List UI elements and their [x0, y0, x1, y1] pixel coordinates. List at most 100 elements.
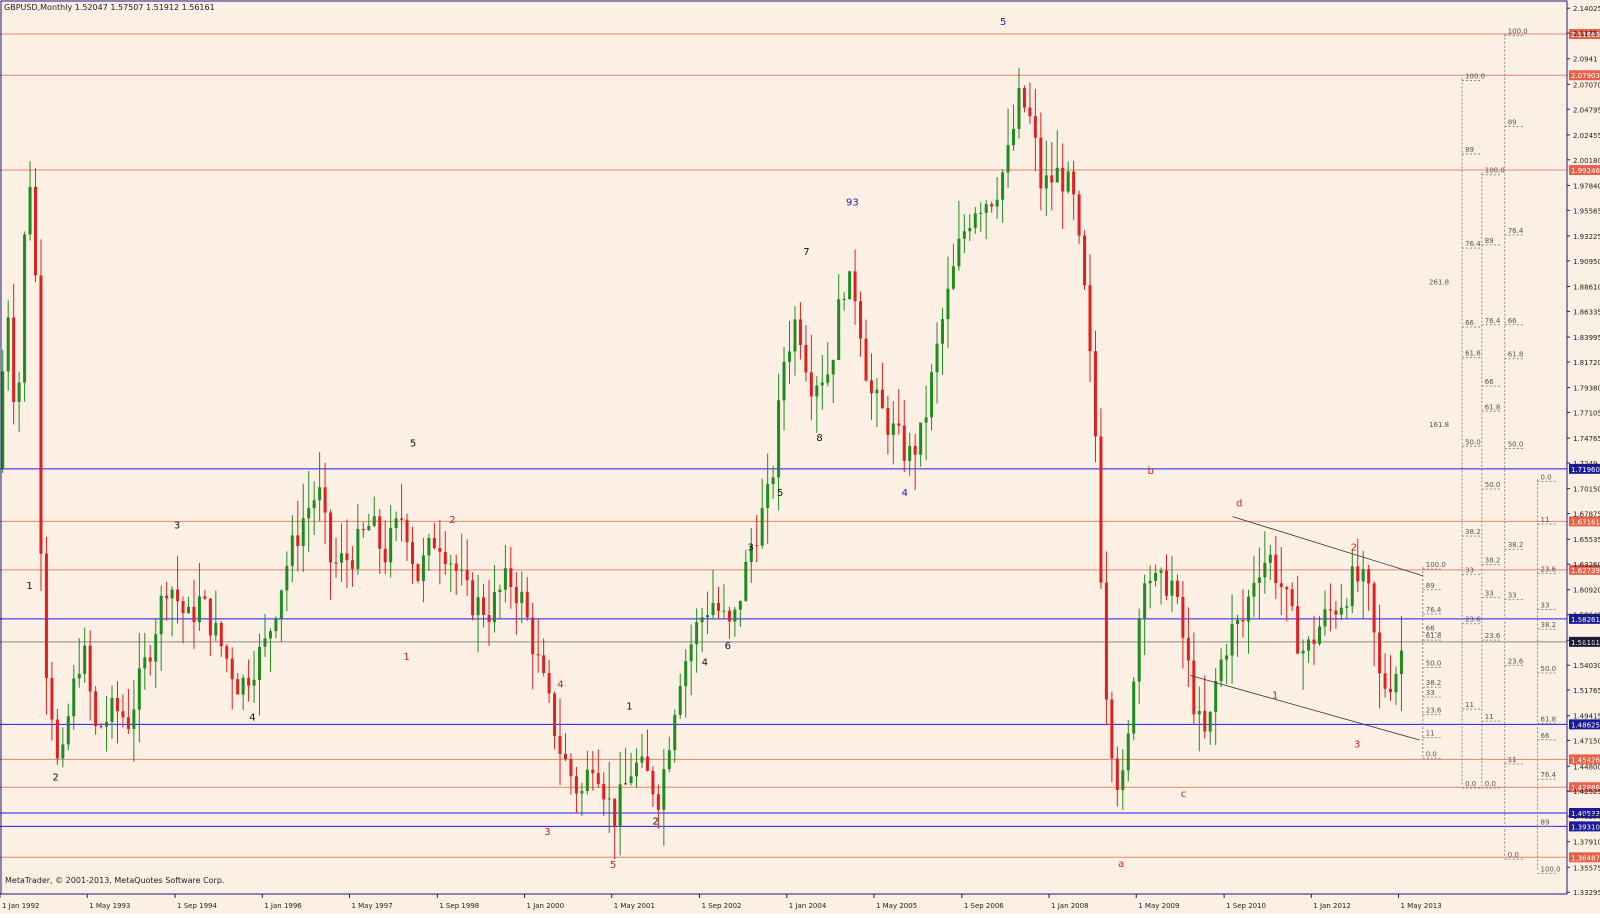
candle-body-9 [50, 677, 54, 720]
candle-body-91 [498, 589, 502, 593]
candle-body-20 [110, 698, 114, 722]
y-tick-label-8: 1.95565 [1573, 207, 1600, 215]
x-tick-label-5: 1 Sep 1998 [439, 902, 479, 910]
candle-body-183 [1001, 172, 1005, 200]
y-tick-label-22: 1.63260 [1573, 561, 1600, 569]
candle-body-4 [23, 234, 27, 383]
fib-label-0-2: 76.4 [1426, 606, 1442, 614]
candle-body-72 [394, 518, 398, 529]
candle-body-157 [859, 301, 863, 339]
candle-body-6 [34, 186, 38, 276]
x-tick-label-4: 1 May 1997 [351, 902, 392, 910]
candle-body-115 [629, 776, 633, 784]
wave-label-17: 8 [816, 433, 822, 444]
hline-tag-12: 1.39310 [1571, 823, 1600, 831]
candle-body-19 [105, 721, 109, 727]
candle-body-232 [1268, 554, 1272, 563]
candle-body-142 [777, 400, 781, 478]
fib-label-4-6: 38.2 [1508, 541, 1524, 549]
y-tick-label-20: 1.67875 [1573, 511, 1600, 519]
candle-body-245 [1339, 607, 1343, 615]
candle-body-56 [307, 508, 311, 519]
hline-tag-2: 1.99246 [1571, 167, 1600, 175]
x-tick-label-11: 1 Sep 2006 [964, 902, 1004, 910]
candle-body-231 [1263, 562, 1267, 578]
y-tick-label-28: 1.49415 [1573, 713, 1600, 721]
fib-label-2-10: 0.0 [1465, 780, 1476, 788]
candle-body-62 [339, 553, 343, 563]
y-tick-label-12: 1.86335 [1573, 308, 1600, 316]
fib-label-2-1: 89 [1465, 146, 1474, 154]
hline-tag-13: 1.36487 [1571, 854, 1600, 862]
candle-body-103 [563, 753, 567, 760]
candle-body-206 [1126, 733, 1130, 771]
candle-body-237 [1296, 606, 1300, 654]
candle-body-28 [154, 634, 158, 662]
candle-body-234 [1279, 583, 1283, 588]
candle-body-83 [454, 563, 458, 571]
candle-body-148 [809, 372, 813, 397]
fib-label-4-7: 33 [1508, 592, 1517, 600]
fib-label-0-6: 38.2 [1426, 679, 1442, 687]
candle-body-73 [400, 518, 404, 520]
candle-body-106 [580, 790, 584, 794]
wave-label-6: 1 [403, 652, 409, 663]
candle-body-29 [159, 595, 163, 635]
candle-body-193 [1055, 167, 1059, 183]
candle-body-174 [951, 266, 955, 289]
candle-body-146 [798, 319, 802, 345]
candle-body-227 [1241, 619, 1245, 622]
candle-body-30 [165, 595, 169, 599]
y-tick-label-13: 1.83995 [1573, 334, 1600, 342]
wave-label-5: 2 [449, 515, 455, 526]
y-tick-label-26: 1.54030 [1573, 662, 1600, 670]
candle-body-95 [520, 591, 524, 604]
wave-label-3: 4 [249, 712, 255, 723]
price-chart[interactable]: 2.116662.079031.992461.719601.671611.627… [0, 0, 1600, 914]
fib-label-4-5: 50.0 [1508, 441, 1524, 449]
candle-body-236 [1290, 589, 1294, 607]
wave-label-24: 1 [1272, 690, 1278, 701]
candle-body-68 [372, 516, 376, 526]
x-tick-label-8: 1 Sep 2002 [702, 902, 742, 910]
candle-body-189 [1033, 116, 1037, 138]
wave-label-20: 5 [1000, 17, 1006, 28]
fib-label-0-0: 100.0 [1426, 561, 1446, 569]
fib-label-2-2: 76.4 [1465, 240, 1481, 248]
y-tick-label-3: 2.07070 [1573, 81, 1600, 89]
candle-body-108 [591, 769, 595, 774]
candle-body-1 [6, 317, 10, 372]
fib-label-5-1: 11 [1540, 516, 1549, 524]
candle-body-80 [438, 548, 442, 552]
candle-body-58 [318, 487, 322, 501]
wave-label-1: 2 [53, 772, 59, 783]
fib-label-2-4: 61.8 [1465, 350, 1481, 358]
candle-body-216 [1181, 596, 1185, 638]
candle-body-153 [837, 299, 841, 360]
wave-label-12: 4 [702, 658, 708, 669]
candle-body-143 [782, 361, 786, 401]
candle-body-7 [39, 275, 43, 554]
y-tick-label-27: 1.51765 [1573, 687, 1600, 695]
y-tick-label-7: 1.97840 [1573, 182, 1600, 190]
candle-body-171 [935, 343, 939, 373]
candle-body-85 [465, 570, 469, 581]
fib-label-0-8: 23.6 [1426, 707, 1442, 715]
candle-body-226 [1236, 619, 1240, 624]
candle-body-166 [908, 445, 912, 461]
candle-body-5 [28, 186, 32, 235]
y-tick-label-15: 1.79380 [1573, 385, 1600, 393]
y-tick-label-10: 1.90950 [1573, 258, 1600, 266]
candle-body-46 [252, 679, 256, 686]
wave-label-25: 3 [1354, 740, 1360, 751]
candle-body-49 [268, 631, 272, 639]
x-tick-label-9: 1 Jan 2004 [789, 902, 827, 910]
candle-body-167 [913, 445, 917, 455]
candle-body-97 [531, 617, 535, 655]
fib-label-5-4: 38.2 [1540, 621, 1556, 629]
wave-label-15: 5 [777, 488, 783, 499]
fib-label-4-0: 100.0 [1508, 28, 1528, 36]
candle-body-201 [1099, 436, 1103, 583]
candle-body-130 [711, 602, 715, 616]
candle-body-251 [1372, 583, 1376, 633]
